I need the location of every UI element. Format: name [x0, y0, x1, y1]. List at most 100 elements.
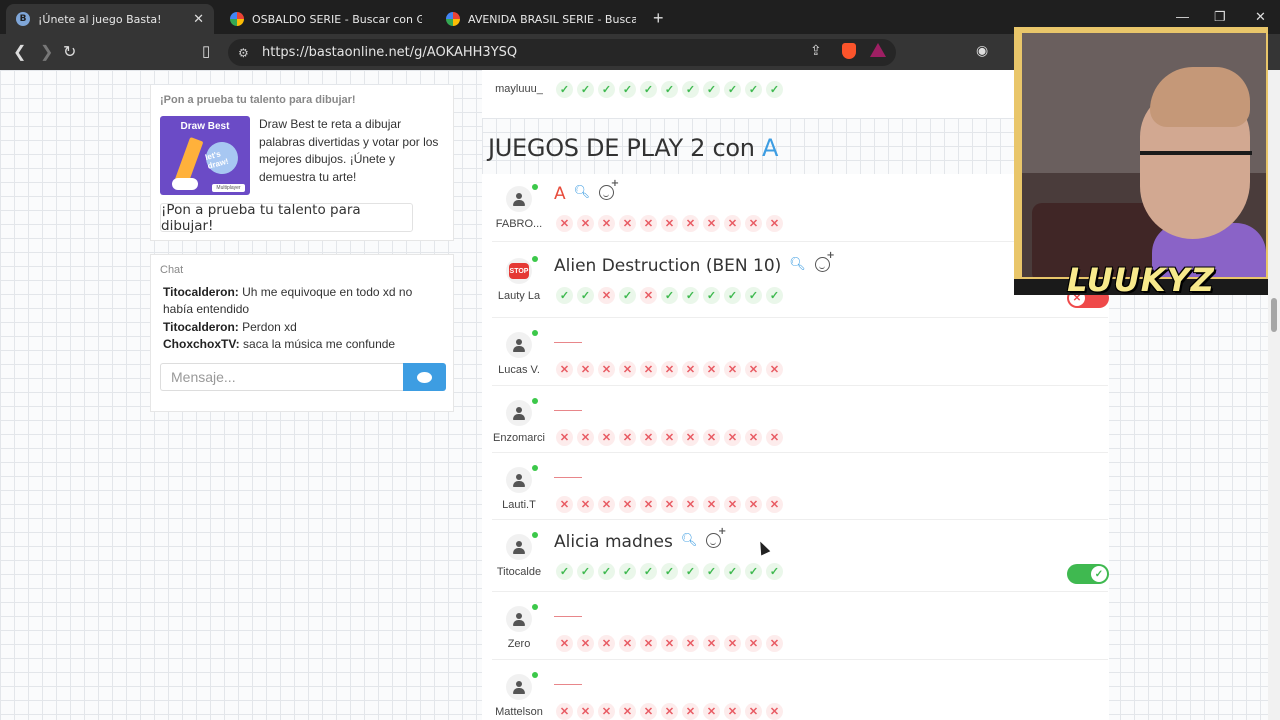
vote-cross-icon[interactable]: ✕ [682, 635, 699, 652]
vote-check-icon[interactable]: ✓ [661, 81, 678, 98]
vote-check-icon[interactable]: ✓ [766, 287, 783, 304]
vote-check-icon[interactable]: ✓ [724, 287, 741, 304]
vote-cross-icon[interactable]: ✕ [556, 635, 573, 652]
site-settings-icon[interactable]: ⚙ [238, 46, 258, 60]
forward-icon[interactable]: ❯ [40, 42, 53, 62]
vote-cross-icon[interactable]: ✕ [703, 361, 720, 378]
vote-cross-icon[interactable]: ✕ [724, 635, 741, 652]
vote-cross-icon[interactable]: ✕ [556, 215, 573, 232]
vote-cross-icon[interactable]: ✕ [724, 215, 741, 232]
vote-toggle-on[interactable]: ✓ [1067, 564, 1109, 584]
vote-cross-icon[interactable]: ✕ [619, 215, 636, 232]
vote-cross-icon[interactable]: ✕ [745, 703, 762, 720]
vote-cross-icon[interactable]: ✕ [619, 429, 636, 446]
vote-cross-icon[interactable]: ✕ [577, 429, 594, 446]
vote-cross-icon[interactable]: ✕ [619, 703, 636, 720]
back-icon[interactable]: ❮ [13, 42, 26, 62]
vote-cross-icon[interactable]: ✕ [766, 429, 783, 446]
vote-check-icon[interactable]: ✓ [556, 81, 573, 98]
vote-cross-icon[interactable]: ✕ [640, 496, 657, 513]
vote-cross-icon[interactable]: ✕ [619, 361, 636, 378]
vote-cross-icon[interactable]: ✕ [745, 635, 762, 652]
vote-cross-icon[interactable]: ✕ [598, 361, 615, 378]
vote-check-icon[interactable]: ✓ [577, 563, 594, 580]
vote-cross-icon[interactable]: ✕ [598, 429, 615, 446]
vote-check-icon[interactable]: ✓ [745, 287, 762, 304]
scrollbar-thumb[interactable] [1271, 298, 1277, 332]
vote-cross-icon[interactable]: ✕ [703, 496, 720, 513]
vote-check-icon[interactable]: ✓ [703, 287, 720, 304]
vote-cross-icon[interactable]: ✕ [640, 215, 657, 232]
vote-cross-icon[interactable]: ✕ [682, 215, 699, 232]
vote-check-icon[interactable]: ✓ [556, 287, 573, 304]
vote-cross-icon[interactable]: ✕ [703, 429, 720, 446]
vote-check-icon[interactable]: ✓ [682, 81, 699, 98]
vote-cross-icon[interactable]: ✕ [619, 635, 636, 652]
vote-cross-icon[interactable]: ✕ [640, 287, 657, 304]
vote-cross-icon[interactable]: ✕ [682, 496, 699, 513]
vote-check-icon[interactable]: ✓ [598, 81, 615, 98]
vote-cross-icon[interactable]: ✕ [682, 361, 699, 378]
vote-cross-icon[interactable]: ✕ [766, 703, 783, 720]
search-icon[interactable]: 🔍︎ [574, 185, 591, 200]
maximize-icon[interactable]: ❐ [1214, 9, 1226, 25]
vote-cross-icon[interactable]: ✕ [577, 361, 594, 378]
vote-cross-icon[interactable]: ✕ [682, 703, 699, 720]
vote-cross-icon[interactable]: ✕ [640, 635, 657, 652]
vote-cross-icon[interactable]: ✕ [556, 496, 573, 513]
share-icon[interactable]: ⇪ [810, 42, 822, 59]
vote-cross-icon[interactable]: ✕ [661, 429, 678, 446]
tab-basta[interactable]: B ¡Únete al juego Basta! ✕ [6, 4, 214, 34]
vote-cross-icon[interactable]: ✕ [577, 215, 594, 232]
search-icon[interactable]: 🔍︎ [789, 257, 806, 272]
vote-cross-icon[interactable]: ✕ [598, 703, 615, 720]
vote-cross-icon[interactable]: ✕ [661, 703, 678, 720]
vote-cross-icon[interactable]: ✕ [766, 215, 783, 232]
vote-check-icon[interactable]: ✓ [640, 563, 657, 580]
add-reaction-icon[interactable] [814, 250, 835, 272]
address-bar[interactable]: ⚙ https://bastaonline.net/g/AOKAHH3YSQ [228, 39, 896, 66]
close-window-icon[interactable]: ✕ [1255, 9, 1266, 25]
new-tab-icon[interactable]: + [653, 8, 664, 29]
vote-cross-icon[interactable]: ✕ [598, 496, 615, 513]
add-reaction-icon[interactable] [599, 178, 619, 200]
search-icon[interactable]: 🔍︎ [681, 533, 698, 548]
vote-check-icon[interactable]: ✓ [598, 563, 615, 580]
vote-cross-icon[interactable]: ✕ [745, 496, 762, 513]
vote-check-icon[interactable]: ✓ [724, 81, 741, 98]
vote-check-icon[interactable]: ✓ [640, 81, 657, 98]
vote-cross-icon[interactable]: ✕ [724, 361, 741, 378]
vote-cross-icon[interactable]: ✕ [598, 635, 615, 652]
vote-cross-icon[interactable]: ✕ [703, 215, 720, 232]
vote-cross-icon[interactable]: ✕ [703, 703, 720, 720]
vote-check-icon[interactable]: ✓ [619, 287, 636, 304]
vote-cross-icon[interactable]: ✕ [661, 496, 678, 513]
vote-cross-icon[interactable]: ✕ [661, 361, 678, 378]
vote-check-icon[interactable]: ✓ [619, 81, 636, 98]
promo-button[interactable]: ¡Pon a prueba tu talento para dibujar! [160, 202, 413, 234]
vote-cross-icon[interactable]: ✕ [661, 215, 678, 232]
draw-best-image[interactable]: Draw Best let's draw! Multiplayer [160, 116, 250, 195]
vote-cross-icon[interactable]: ✕ [682, 429, 699, 446]
vote-check-icon[interactable]: ✓ [766, 563, 783, 580]
tab-osbaldo[interactable]: OSBALDO SERIE - Buscar con Google [220, 4, 432, 34]
vote-cross-icon[interactable]: ✕ [724, 496, 741, 513]
add-reaction-icon[interactable] [706, 526, 726, 548]
tab-avenida[interactable]: AVENIDA BRASIL SERIE - Buscar con Google [436, 4, 646, 34]
page-scrollbar[interactable] [1268, 70, 1280, 720]
vote-check-icon[interactable]: ✓ [745, 563, 762, 580]
vote-cross-icon[interactable]: ✕ [766, 635, 783, 652]
vote-check-icon[interactable]: ✓ [577, 287, 594, 304]
vote-cross-icon[interactable]: ✕ [598, 287, 615, 304]
vote-cross-icon[interactable]: ✕ [598, 215, 615, 232]
vote-cross-icon[interactable]: ✕ [640, 703, 657, 720]
brave-shields-icon[interactable] [842, 43, 856, 59]
vote-check-icon[interactable]: ✓ [619, 563, 636, 580]
vote-cross-icon[interactable]: ✕ [577, 496, 594, 513]
vote-check-icon[interactable]: ✓ [577, 81, 594, 98]
vote-cross-icon[interactable]: ✕ [724, 429, 741, 446]
vote-check-icon[interactable]: ✓ [703, 563, 720, 580]
vote-cross-icon[interactable]: ✕ [766, 361, 783, 378]
vote-check-icon[interactable]: ✓ [682, 287, 699, 304]
vote-cross-icon[interactable]: ✕ [556, 361, 573, 378]
